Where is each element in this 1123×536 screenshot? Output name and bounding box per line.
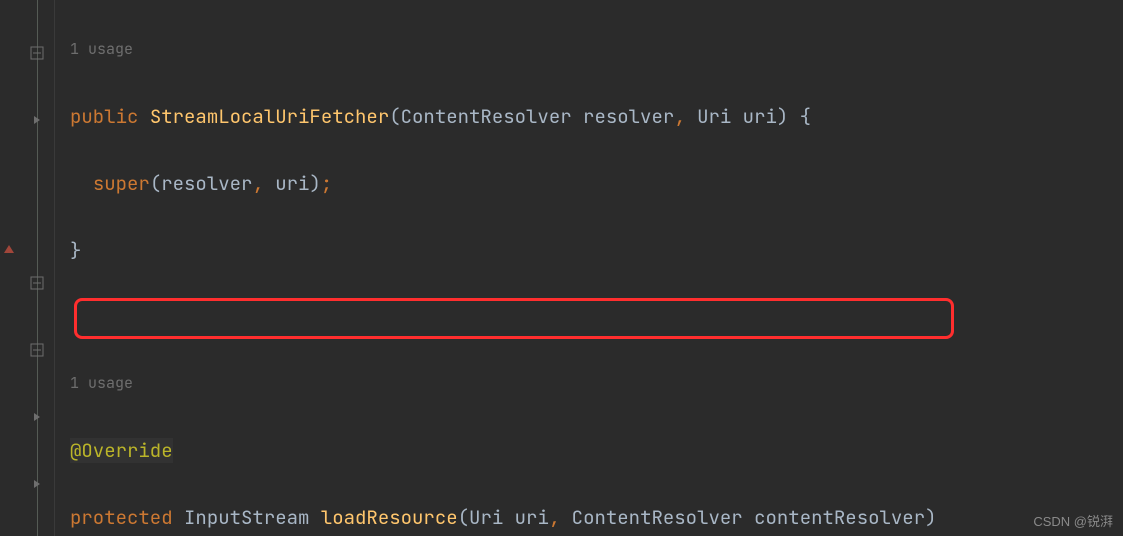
keyword-public: public — [70, 104, 138, 129]
method-name: loadResource — [321, 505, 458, 530]
collapse-end-icon[interactable] — [30, 113, 44, 127]
space — [264, 171, 275, 196]
watermark: CSDN @锐湃 — [1033, 511, 1113, 530]
collapse-icon[interactable] — [30, 276, 44, 290]
param-type: ContentResolver — [572, 505, 743, 530]
arg: uri — [275, 171, 309, 196]
collapse-icon[interactable] — [30, 46, 44, 60]
blank-line — [70, 301, 937, 334]
semicolon: ; — [321, 171, 332, 196]
param-type: Uri — [697, 104, 731, 129]
keyword-super: super — [93, 171, 150, 196]
comma: , — [252, 171, 263, 196]
brace-open: ) { — [777, 104, 811, 129]
code-line: } — [70, 234, 937, 267]
paren-close: ) — [309, 171, 320, 196]
code-line: protected InputStream loadResource(Uri u… — [70, 501, 937, 534]
usage-hint: 1 usage — [70, 367, 937, 400]
keyword-protected: protected — [70, 505, 173, 530]
code-area[interactable]: 1 usage public StreamLocalUriFetcher(Con… — [70, 0, 937, 536]
override-up-icon[interactable] — [2, 243, 16, 257]
param-type: Uri — [469, 505, 503, 530]
param-type: ContentResolver — [401, 104, 572, 129]
return-type: InputStream — [184, 505, 309, 530]
code-line: @Override — [70, 434, 937, 467]
collapse-end-icon[interactable] — [30, 410, 44, 424]
paren-open: ( — [150, 171, 161, 196]
param-name: uri — [743, 104, 777, 129]
annotation-override: @Override — [70, 438, 173, 463]
collapse-end-icon[interactable] — [30, 477, 44, 491]
code-line: public StreamLocalUriFetcher(ContentReso… — [70, 100, 937, 133]
paren-close: ) — [925, 505, 936, 530]
brace-close: } — [70, 238, 81, 263]
usage-hint: 1 usage — [70, 33, 937, 66]
constructor-name: StreamLocalUriFetcher — [150, 104, 389, 129]
comma: , — [549, 505, 572, 530]
code-editor[interactable]: 1 usage public StreamLocalUriFetcher(Con… — [0, 0, 1123, 536]
param-name: uri — [515, 505, 549, 530]
gutter — [0, 0, 55, 536]
comma: , — [674, 104, 697, 129]
param-name: resolver — [583, 104, 674, 129]
param-name: contentResolver — [754, 505, 925, 530]
arg: resolver — [161, 171, 252, 196]
code-line: super(resolver, uri); — [70, 167, 937, 200]
collapse-icon[interactable] — [30, 343, 44, 357]
